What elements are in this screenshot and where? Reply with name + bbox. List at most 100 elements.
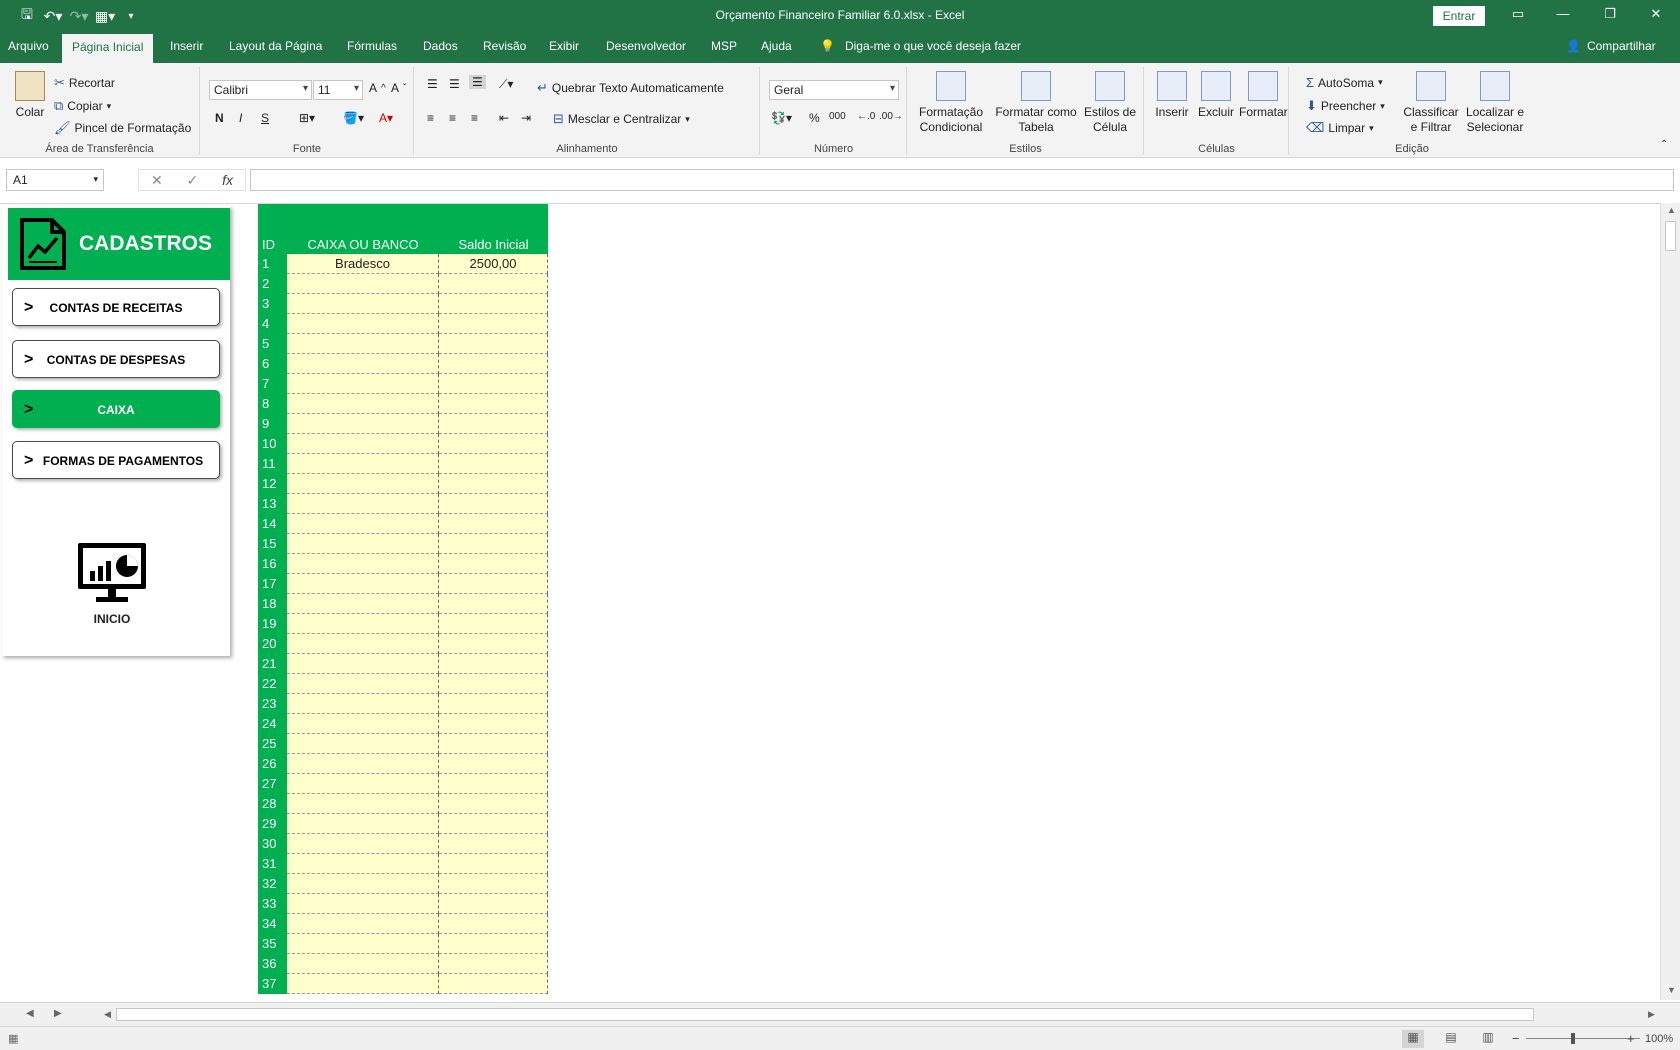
cut-button[interactable]: ✂ Recortar (54, 75, 115, 91)
cell-name[interactable] (287, 694, 439, 714)
cell-name[interactable] (287, 294, 439, 314)
monitor-chart-icon[interactable] (76, 541, 148, 605)
sign-in-button[interactable]: Entrar (1433, 6, 1485, 26)
header-id[interactable]: ID (258, 204, 287, 254)
cell-name[interactable] (287, 894, 439, 914)
tab-revisao[interactable]: Revisão (483, 39, 526, 53)
borders-button[interactable]: ⊞▾ (299, 111, 315, 125)
cell-balance[interactable] (439, 514, 548, 534)
cell-id[interactable]: 34 (258, 914, 287, 934)
grow-font-button[interactable]: A ^ (369, 81, 386, 95)
align-center-button[interactable]: ≡ (449, 111, 456, 125)
cell-balance[interactable] (439, 554, 548, 574)
cell-id[interactable]: 22 (258, 674, 287, 694)
tab-arquivo[interactable]: Arquivo (8, 39, 49, 53)
cell-balance[interactable] (439, 654, 548, 674)
zoom-level[interactable]: 100% (1645, 1033, 1673, 1045)
cell-id[interactable]: 12 (258, 474, 287, 494)
cell-name[interactable]: Bradesco (287, 254, 439, 274)
cell-balance[interactable] (439, 634, 548, 654)
cell-id[interactable]: 37 (258, 974, 287, 994)
align-bottom-button[interactable]: ☰ (469, 75, 486, 89)
cell-name[interactable] (287, 614, 439, 634)
tab-exibir[interactable]: Exibir (549, 39, 579, 53)
caixa-button[interactable]: > CAIXA (12, 390, 220, 428)
cell-id[interactable]: 32 (258, 874, 287, 894)
cell-balance[interactable] (439, 894, 548, 914)
cell-name[interactable] (287, 534, 439, 554)
zoom-slider-thumb[interactable] (1571, 1033, 1575, 1044)
currency-button[interactable]: 💱▾ (771, 111, 792, 125)
cell-name[interactable] (287, 554, 439, 574)
prev-sheet-icon[interactable]: ◀ (26, 1008, 34, 1019)
cell-name[interactable] (287, 334, 439, 354)
cell-name[interactable] (287, 354, 439, 374)
tab-ajuda[interactable]: Ajuda (761, 39, 792, 53)
tab-inserir[interactable]: Inserir (170, 39, 203, 53)
shrink-font-button[interactable]: Aˇ (391, 81, 406, 95)
font-name-select[interactable]: Calibri ▾ (209, 80, 312, 100)
cell-id[interactable]: 20 (258, 634, 287, 654)
cell-id[interactable]: 29 (258, 814, 287, 834)
vertical-scrollbar[interactable]: ▲ ▼ (1660, 203, 1680, 1000)
cell-name[interactable] (287, 734, 439, 754)
cell-name[interactable] (287, 714, 439, 734)
cell-balance[interactable] (439, 414, 548, 434)
increase-indent-button[interactable]: ⇥ (521, 111, 531, 125)
worksheet[interactable]: CADASTROS > CONTAS DE RECEITAS > CONTAS … (0, 203, 1660, 1000)
cell-styles-button[interactable]: Estilos de Célula (1080, 71, 1140, 135)
cell-id[interactable]: 13 (258, 494, 287, 514)
cell-balance[interactable] (439, 674, 548, 694)
tab-msp[interactable]: MSP (711, 39, 737, 53)
conditional-format-button[interactable]: Formatação Condicional (916, 71, 986, 135)
cell-balance[interactable] (439, 454, 548, 474)
cell-balance[interactable] (439, 754, 548, 774)
format-as-table-button[interactable]: Formatar como Tabela (994, 71, 1078, 135)
number-format-select[interactable]: Geral ▾ (769, 80, 899, 100)
cell-id[interactable]: 31 (258, 854, 287, 874)
cell-id[interactable]: 5 (258, 334, 287, 354)
thousands-button[interactable]: 000 (829, 111, 846, 122)
cell-id[interactable]: 14 (258, 514, 287, 534)
cell-name[interactable] (287, 814, 439, 834)
format-painter-button[interactable]: 🖌 Pincel de Formatação (54, 120, 191, 136)
ribbon-display-icon[interactable]: ▭ (1498, 6, 1538, 22)
cell-balance[interactable] (439, 274, 548, 294)
cell-balance[interactable] (439, 874, 548, 894)
cell-balance[interactable] (439, 914, 548, 934)
cell-name[interactable] (287, 834, 439, 854)
cell-balance[interactable] (439, 694, 548, 714)
align-left-button[interactable]: ≡ (427, 111, 434, 125)
cell-balance[interactable] (439, 714, 548, 734)
cell-id[interactable]: 24 (258, 714, 287, 734)
page-break-icon[interactable]: ▥ (1477, 1030, 1499, 1048)
cell-name[interactable] (287, 514, 439, 534)
sort-filter-button[interactable]: Classificar e Filtrar (1402, 71, 1460, 135)
cell-id[interactable]: 19 (258, 614, 287, 634)
cell-name[interactable] (287, 874, 439, 894)
tell-me-box[interactable]: 💡 Diga-me o que você deseja fazer (820, 39, 1021, 53)
cell-name[interactable] (287, 634, 439, 654)
paste-button[interactable]: Colar (10, 71, 50, 120)
cell-id[interactable]: 2 (258, 274, 287, 294)
cell-name[interactable] (287, 674, 439, 694)
inicio-label[interactable]: INICIO (2, 612, 222, 626)
name-box[interactable]: A1 ▾ (6, 169, 104, 191)
underline-button[interactable]: S (261, 111, 269, 125)
contas-despesas-button[interactable]: > CONTAS DE DESPESAS (12, 340, 220, 378)
macro-record-icon[interactable]: ▦ (8, 1032, 18, 1045)
cell-balance[interactable] (439, 954, 548, 974)
cell-balance[interactable] (439, 774, 548, 794)
cell-balance[interactable] (439, 534, 548, 554)
cell-id[interactable]: 33 (258, 894, 287, 914)
align-top-button[interactable]: ☰ (427, 77, 438, 91)
cell-name[interactable] (287, 954, 439, 974)
scroll-right-icon[interactable]: ▶ (1648, 1009, 1655, 1020)
normal-view-icon[interactable]: ▦ (1402, 1030, 1424, 1048)
next-sheet-icon[interactable]: ▶ (54, 1008, 62, 1019)
cell-balance[interactable] (439, 934, 548, 954)
cell-name[interactable] (287, 414, 439, 434)
formas-pagamentos-button[interactable]: > FORMAS DE PAGAMENTOS (12, 441, 220, 479)
page-layout-icon[interactable]: ▤ (1440, 1030, 1462, 1048)
cell-name[interactable] (287, 394, 439, 414)
